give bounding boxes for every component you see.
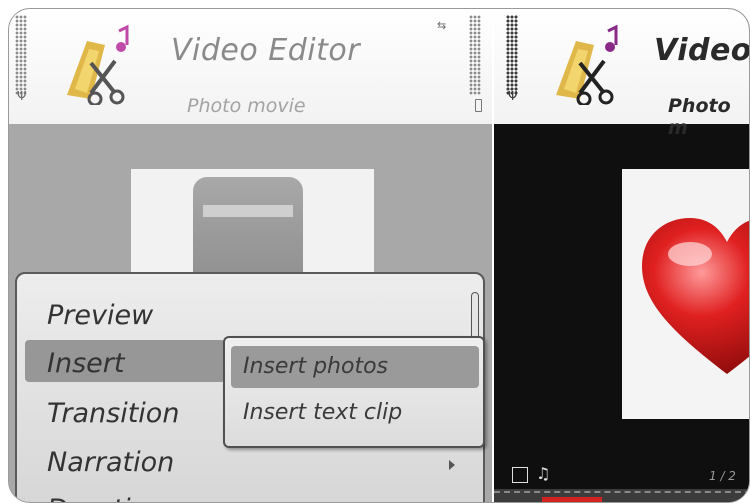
menu-item-transition[interactable]: Transition (47, 398, 179, 429)
submenu-arrow-icon (449, 460, 455, 470)
app-header: Ψ Video Editor Photo movie ⇆ (9, 9, 494, 124)
timeline-toolbar: ♫ 1 / 2 (494, 459, 749, 502)
image-clip-icon[interactable] (512, 467, 528, 483)
heart-photo (642, 218, 749, 374)
music-note-icon[interactable]: ♫ (536, 464, 550, 483)
preview-photo-frame[interactable] (622, 169, 749, 419)
app-header-right: Ψ Video Photo m (494, 9, 750, 139)
clip-counter: 1 / 2 (709, 469, 736, 483)
menu-item-duration[interactable]: Duration (47, 494, 164, 502)
signal-strength-icon (506, 15, 518, 95)
battery-level-icon (469, 15, 481, 95)
usb-icon: ⇆ (437, 19, 447, 32)
app-title-right: Video (654, 33, 750, 68)
left-phone-screen: Ψ Video Editor Photo movie ⇆ Preview Ins… (9, 9, 494, 502)
video-editor-logo-icon (67, 24, 129, 105)
insert-submenu: Insert photos Insert text clip (223, 336, 485, 448)
device-screens-frame: Ψ Video Editor Photo movie ⇆ Preview Ins… (8, 8, 750, 503)
submenu-item-insert-photos[interactable]: Insert photos (243, 354, 388, 379)
app-subtitle: Photo movie (187, 95, 306, 117)
signal-strength-icon (15, 15, 27, 95)
menu-item-preview[interactable]: Preview (47, 300, 153, 331)
timeline-selected-clip[interactable] (542, 497, 602, 502)
video-editor-logo-icon (556, 24, 618, 105)
menu-item-narration[interactable]: Narration (47, 447, 174, 478)
app-subtitle-right: Photo m (668, 95, 731, 139)
app-title: Video Editor (171, 33, 361, 68)
menu-item-insert[interactable]: Insert (47, 348, 124, 379)
battery-icon (475, 99, 482, 112)
clip-thumbnail[interactable] (131, 169, 374, 289)
right-phone-screen: Ψ Video Photo m ♫ 1 / 2 (494, 9, 750, 502)
timeline-marks (494, 491, 749, 495)
submenu-item-insert-text-clip[interactable]: Insert text clip (243, 400, 402, 425)
antenna-icon: Ψ (508, 89, 518, 103)
antenna-icon: Ψ (17, 89, 27, 103)
